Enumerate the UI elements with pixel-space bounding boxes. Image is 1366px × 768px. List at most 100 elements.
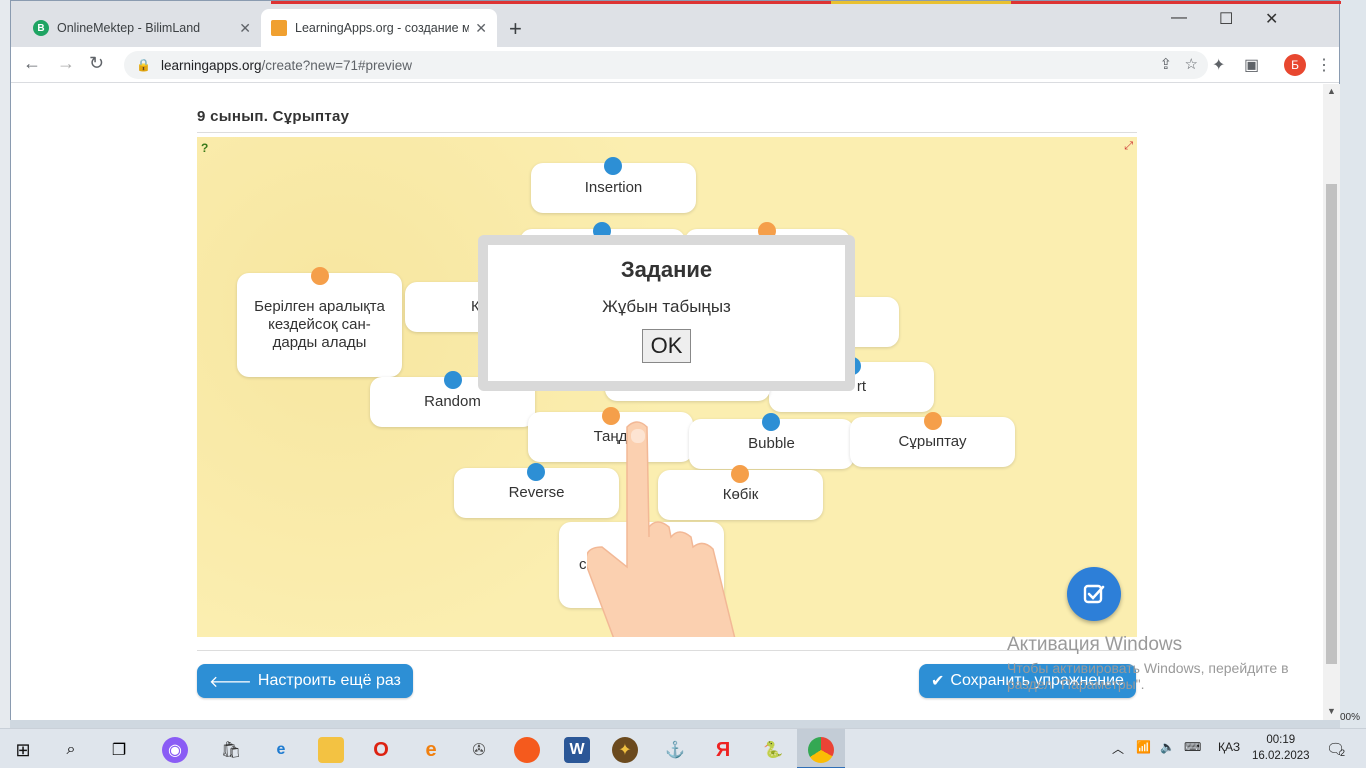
address-bar[interactable]: 🔒 learningapps.org/create?new=71#preview… — [124, 51, 1208, 79]
network-icon[interactable]: 📶 — [1136, 740, 1151, 754]
restart-button[interactable]: 🡐 Настроить ещё раз — [197, 664, 413, 698]
tab-title: LearningApps.org - создание му — [295, 21, 470, 35]
tab-strip: B OnlineMektep - BilimLand ✕ LearningApp… — [11, 1, 1341, 47]
tab-learningapps[interactable]: LearningApps.org - создание му ✕ — [261, 9, 497, 47]
windows-taskbar: ⊞ ⌕ ❐ ◉ 🛍 e O e ✇ W ✦ ⚓ Я 🐍 ︿ 📶 🔈 ⌨ ҚАЗ … — [0, 728, 1366, 768]
media-player-icon[interactable]: ✇ — [466, 737, 492, 763]
dialog-title: Задание — [620, 257, 713, 282]
window-accent-bar — [1011, 1, 1341, 4]
minimize-button[interactable]: — — [1171, 9, 1187, 27]
card-label: Random — [424, 393, 481, 410]
alice-icon[interactable]: ◉ — [162, 737, 188, 763]
scrollbar-thumb[interactable] — [1326, 184, 1337, 664]
share-star-icons[interactable]: ⇪ ☆ — [1159, 55, 1198, 73]
browser-window: B OnlineMektep - BilimLand ✕ LearningApp… — [10, 0, 1341, 720]
language-indicator[interactable]: ҚАЗ — [1218, 740, 1240, 754]
clock[interactable]: 00:19 16.02.2023 — [1252, 732, 1310, 764]
volume-icon[interactable]: 🔈 — [1160, 740, 1175, 754]
card-pin — [604, 157, 622, 175]
extensions-icon[interactable]: ✦ — [1212, 55, 1225, 75]
store-icon[interactable]: 🛍 — [218, 737, 244, 763]
card-label: Bubble — [748, 435, 795, 452]
card-label: Insertion — [584, 179, 643, 196]
url-host: learningapps.org — [160, 57, 262, 73]
windows-start-icon[interactable]: ⊞ — [10, 737, 36, 763]
opera-icon[interactable]: O — [368, 737, 394, 763]
zoom-hint: 00% — [1340, 712, 1361, 723]
learning-app-canvas: ? ⤢ Insertion Берілген аралықта кездейсо… — [197, 137, 1137, 637]
task-dialog: Задание Жұбын табыңыз OK — [478, 235, 855, 391]
clock-date: 16.02.2023 — [1252, 750, 1310, 762]
scroll-up-icon[interactable]: ▲ — [1327, 86, 1336, 96]
firefox-icon[interactable] — [514, 737, 540, 763]
divider — [197, 650, 1137, 651]
check-icon — [1083, 584, 1105, 604]
card-label: Берілген аралықта кездейсоқ сан-дарды ал… — [254, 298, 385, 351]
browser-toolbar: ← → ↻ 🔒 learningapps.org/create?new=71#p… — [11, 47, 1339, 83]
warships-icon[interactable]: ⚓ — [662, 737, 688, 763]
restart-label: Настроить ещё раз — [257, 672, 401, 689]
card-random-description[interactable]: Берілген аралықта кездейсоқ сан-дарды ал… — [237, 273, 402, 377]
page-scrollbar[interactable]: ▲ ▼ — [1323, 84, 1340, 720]
card-pin — [924, 412, 942, 430]
task-view-icon[interactable]: ❐ — [106, 737, 132, 763]
watermark-text: Чтобы активировать Windows, перейдите в … — [1007, 660, 1289, 692]
keyboard-icon[interactable]: ⌨ — [1184, 740, 1201, 754]
close-window-button[interactable]: ✕ — [1265, 9, 1278, 29]
clock-time: 00:19 — [1266, 734, 1296, 746]
search-icon[interactable]: ⌕ — [58, 737, 84, 763]
tray-chevron-icon[interactable]: ︿ — [1112, 740, 1124, 757]
windows-activation-watermark: Активация Windows Чтобы активировать Win… — [1007, 634, 1317, 692]
window-accent-bar — [271, 1, 831, 4]
new-tab-button[interactable]: + — [509, 16, 522, 42]
divider — [197, 132, 1137, 133]
lock-icon: 🔒 — [136, 58, 151, 72]
close-icon[interactable]: ✕ — [239, 20, 251, 37]
yandex-icon[interactable]: Я — [710, 737, 736, 763]
word-icon[interactable]: W — [564, 737, 590, 763]
browser-e-icon[interactable]: e — [418, 737, 444, 763]
maximize-button[interactable]: ☐ — [1219, 9, 1233, 29]
notification-count: 2 — [1340, 748, 1346, 758]
check-icon: ✔ — [931, 673, 945, 690]
scroll-down-icon[interactable]: ▼ — [1327, 706, 1336, 716]
desktop-edge-left — [0, 0, 10, 728]
card-pin — [311, 267, 329, 285]
side-panel-icon[interactable]: ▣ — [1244, 55, 1259, 75]
check-answers-button[interactable] — [1067, 567, 1121, 621]
forward-icon[interactable]: → — [57, 53, 75, 74]
task-dialog-body: Задание Жұбын табыңыз OK — [488, 245, 845, 381]
chrome-icon[interactable] — [808, 737, 834, 763]
edge-icon[interactable]: e — [268, 737, 294, 763]
page-title: 9 сынып. Сұрыптау — [197, 108, 350, 125]
card-pin — [527, 463, 545, 481]
card-label: rt — [856, 378, 866, 395]
arrow-left-icon: 🡐 — [209, 673, 252, 691]
menu-icon[interactable]: ⋮ — [1316, 55, 1332, 75]
card-pin — [444, 371, 462, 389]
learningapps-icon — [271, 20, 287, 36]
url-path: /create?new=71#preview — [261, 57, 413, 73]
desktop-edge-right — [1340, 0, 1366, 728]
card-pin — [762, 413, 780, 431]
watermark-title: Активация Windows — [1007, 634, 1183, 655]
page-viewport: 9 сынып. Сұрыптау ? ⤢ Insertion Берілген… — [11, 84, 1323, 720]
game-icon[interactable]: ✦ — [612, 737, 638, 763]
tab-title: OnlineMektep - BilimLand — [57, 21, 201, 35]
reload-icon[interactable]: ↻ — [89, 53, 104, 74]
help-icon[interactable]: ? — [201, 141, 217, 157]
fullscreen-icon[interactable]: ⤢ — [1124, 140, 1133, 153]
ok-button[interactable]: OK — [641, 329, 692, 363]
window-accent-bar — [831, 1, 1011, 4]
python-icon[interactable]: 🐍 — [760, 737, 786, 763]
close-icon[interactable]: ✕ — [475, 20, 487, 37]
card-label: Reverse — [508, 484, 565, 501]
dialog-message: Жұбын табыңыз — [602, 297, 731, 316]
avatar[interactable]: Б — [1284, 54, 1306, 76]
back-icon[interactable]: ← — [23, 53, 41, 74]
bilimland-icon: B — [33, 20, 49, 36]
pointing-hand-icon — [587, 421, 736, 637]
tab-onlinemektep[interactable]: B OnlineMektep - BilimLand ✕ — [23, 9, 261, 47]
card-label: Сұрыптау — [898, 433, 967, 450]
file-explorer-icon[interactable] — [318, 737, 344, 763]
